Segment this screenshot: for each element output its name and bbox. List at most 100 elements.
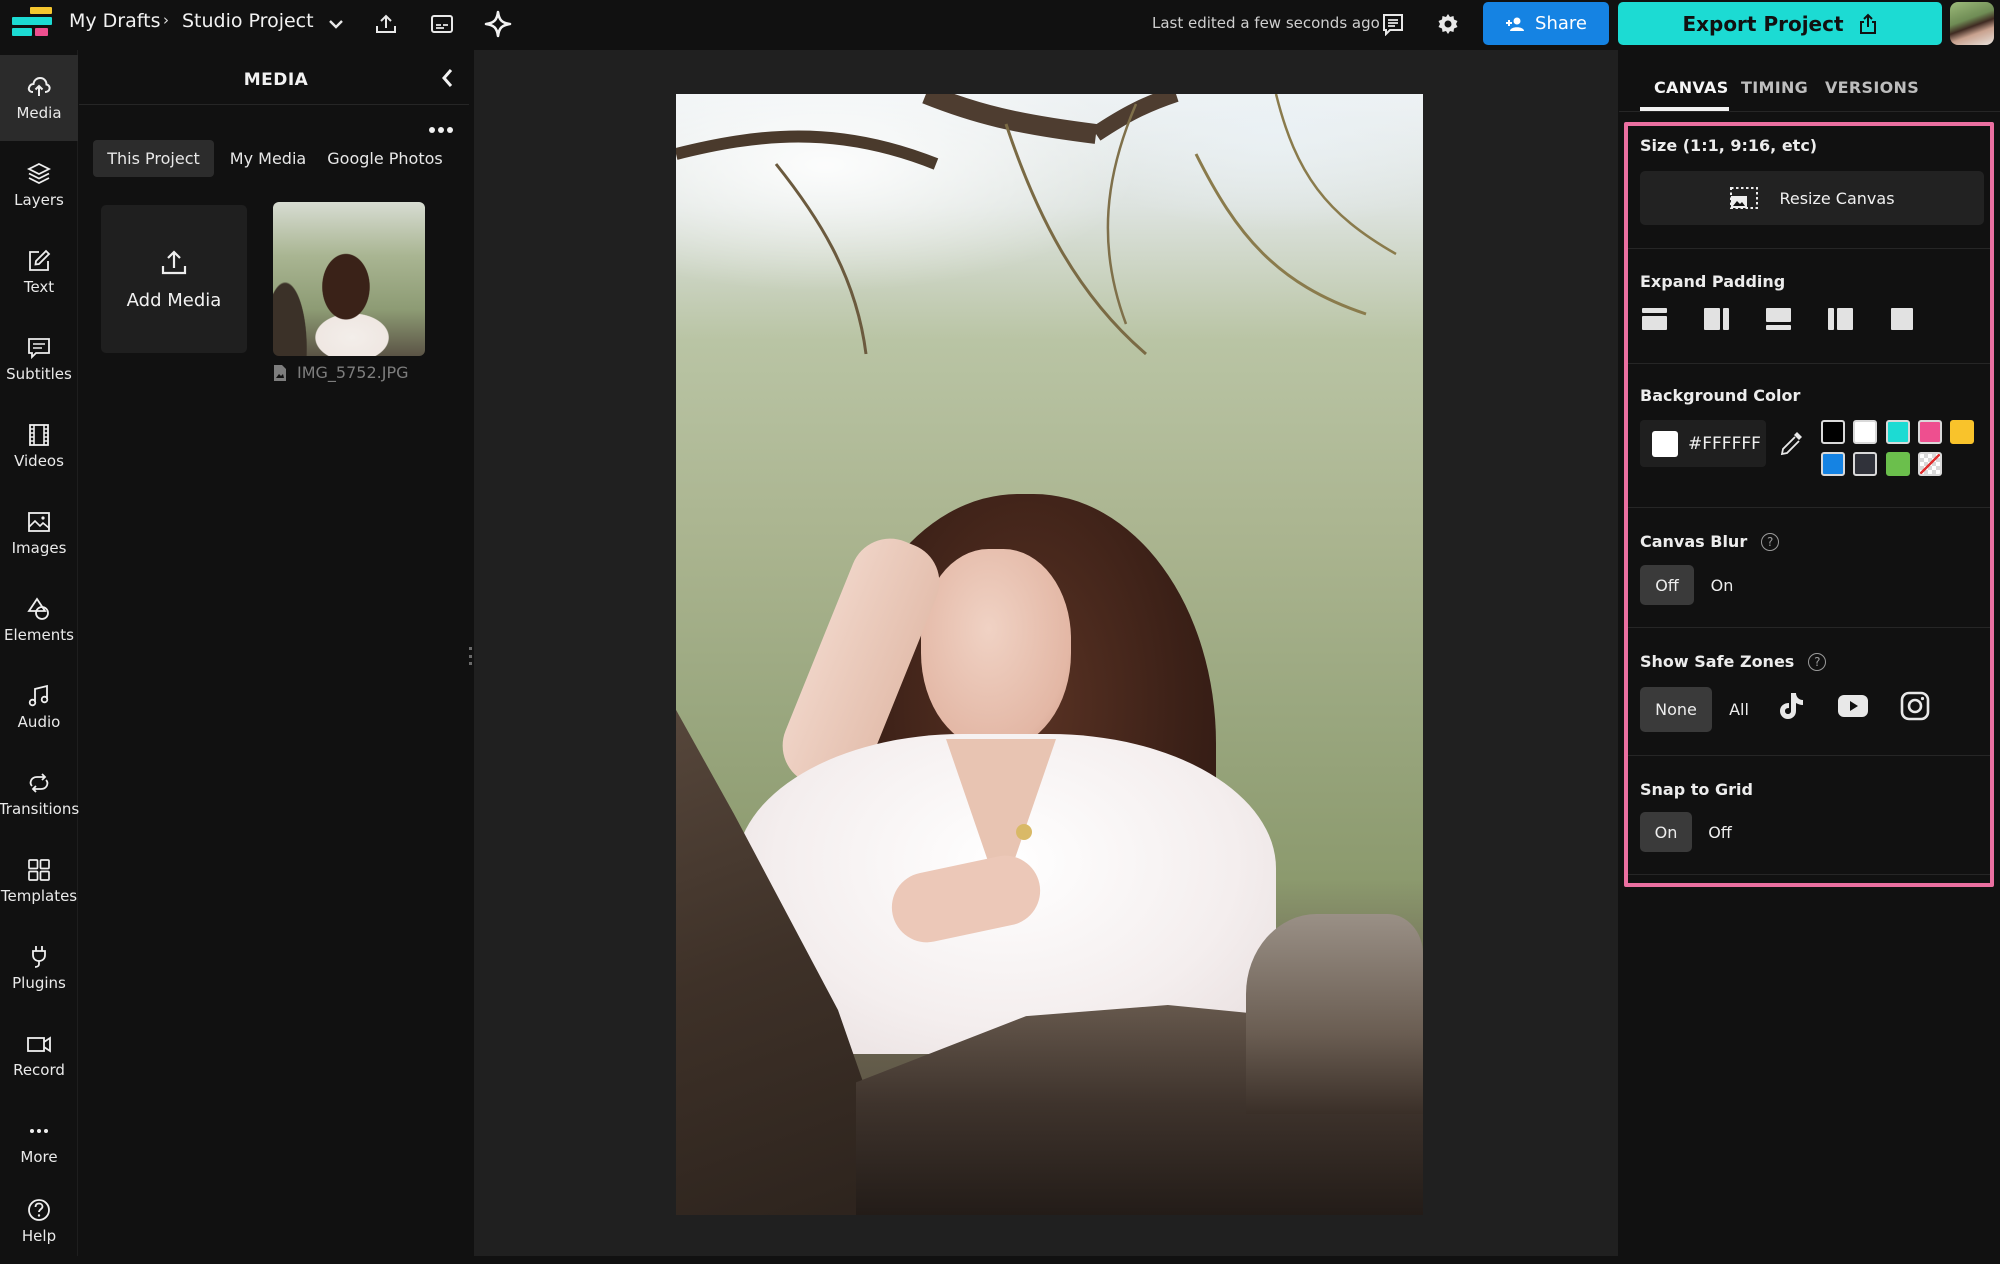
divider	[1628, 755, 1990, 756]
share-button[interactable]: Share	[1483, 2, 1609, 45]
media-panel: MEDIA This Project My Media Google Photo…	[79, 50, 473, 1256]
breadcrumb-separator: ›	[163, 11, 169, 29]
tab-my-media[interactable]: My Media	[218, 140, 318, 177]
shapes-icon	[27, 597, 49, 620]
hex-value: #FFFFFF	[1688, 433, 1761, 454]
panel-resize-handle[interactable]	[467, 647, 473, 665]
gear-icon[interactable]	[1434, 10, 1462, 38]
rail-item-record[interactable]: Record	[0, 1012, 78, 1098]
tab-this-project[interactable]: This Project	[93, 140, 214, 177]
rail-label: Videos	[14, 452, 64, 470]
help-icon	[28, 1199, 50, 1221]
rail-item-audio[interactable]: Audio	[0, 664, 78, 750]
canvas-stage	[474, 50, 1618, 1256]
rail-label: Record	[13, 1061, 65, 1079]
export-project-button[interactable]: Export Project	[1618, 2, 1942, 45]
tiktok-icon[interactable]	[1775, 690, 1807, 722]
tab-timing[interactable]: TIMING	[1741, 78, 1808, 97]
snap-to-grid-text: Snap to Grid	[1640, 780, 1753, 799]
rail-item-transitions[interactable]: Transitions	[0, 751, 80, 837]
divider	[1619, 111, 2000, 112]
rail-item-subtitles[interactable]: Subtitles	[0, 316, 78, 402]
add-person-icon	[1505, 16, 1525, 32]
divider	[1628, 363, 1990, 364]
chevron-left-icon	[442, 69, 453, 87]
safe-zones-all[interactable]: All	[1717, 687, 1761, 732]
media-thumbnail[interactable]	[273, 202, 425, 356]
swatch-pink[interactable]	[1918, 420, 1942, 444]
pad-bottom-icon[interactable]	[1766, 308, 1792, 330]
instagram-icon[interactable]	[1899, 690, 1931, 722]
eyedropper-icon[interactable]	[1779, 429, 1805, 457]
swatch-green[interactable]	[1886, 452, 1910, 476]
export-icon	[1858, 13, 1878, 35]
swatch-black[interactable]	[1821, 420, 1845, 444]
rail-label: More	[20, 1148, 58, 1166]
share-label: Share	[1535, 13, 1587, 34]
chevron-down-icon[interactable]	[322, 10, 350, 38]
rail-item-videos[interactable]: Videos	[0, 403, 78, 489]
pad-right-icon[interactable]	[1704, 308, 1730, 330]
collapse-panel-button[interactable]	[434, 64, 460, 92]
rail-label: Transitions	[0, 800, 80, 818]
canvas-blur-off[interactable]: Off	[1640, 565, 1694, 605]
safe-zones-none[interactable]: None	[1640, 687, 1712, 732]
breadcrumb-my-drafts[interactable]: My Drafts	[69, 10, 160, 32]
size-section-title: Size (1:1, 9:16, etc)	[1640, 136, 1817, 155]
pad-top-icon[interactable]	[1642, 308, 1668, 330]
upload-icon[interactable]	[372, 10, 400, 38]
file-name: IMG_5752.JPG	[297, 363, 409, 382]
app-logo[interactable]	[10, 7, 56, 39]
swatch-yellow[interactable]	[1950, 420, 1974, 444]
project-name[interactable]: Studio Project	[182, 10, 314, 32]
pad-all-icon[interactable]	[1891, 308, 1917, 330]
edit-text-icon	[29, 249, 51, 271]
subtitles-icon[interactable]	[428, 10, 456, 38]
help-icon[interactable]: ?	[1808, 652, 1827, 671]
rail-item-templates[interactable]: Templates	[0, 838, 78, 924]
rail-item-more[interactable]: More	[0, 1099, 78, 1185]
more-options-button[interactable]	[427, 120, 455, 140]
rail-item-text[interactable]: Text	[0, 229, 78, 315]
rail-item-layers[interactable]: Layers	[0, 142, 78, 228]
canvas-image[interactable]	[676, 94, 1423, 1215]
sparkle-icon[interactable]	[484, 10, 512, 38]
left-rail: Media Layers Text Subtitles Videos Image…	[0, 50, 80, 1256]
rail-label: Media	[16, 104, 62, 122]
resize-canvas-button[interactable]: Resize Canvas	[1640, 171, 1984, 225]
tab-google-photos[interactable]: Google Photos	[323, 140, 447, 177]
snap-to-grid-off[interactable]: Off	[1697, 812, 1743, 852]
resize-canvas-label: Resize Canvas	[1779, 188, 1895, 208]
add-media-button[interactable]: Add Media	[101, 205, 247, 353]
divider	[1628, 248, 1990, 249]
rail-item-media[interactable]: Media	[0, 55, 78, 141]
snap-to-grid-on[interactable]: On	[1640, 812, 1692, 852]
help-icon[interactable]: ?	[1761, 532, 1780, 551]
film-icon	[29, 424, 49, 446]
canvas-blur-on[interactable]: On	[1699, 565, 1745, 605]
tab-versions[interactable]: VERSIONS	[1825, 78, 1919, 97]
comment-icon[interactable]	[1379, 10, 1407, 38]
image-icon	[28, 512, 50, 532]
swatch-white[interactable]	[1853, 420, 1877, 444]
plug-icon	[32, 946, 46, 968]
youtube-icon[interactable]	[1837, 690, 1869, 722]
rail-label: Layers	[14, 191, 64, 209]
swatch-teal[interactable]	[1886, 420, 1910, 444]
swatch-blue[interactable]	[1821, 452, 1845, 476]
expand-padding-text: Expand Padding	[1640, 272, 1786, 291]
rail-item-elements[interactable]: Elements	[0, 577, 78, 663]
tab-canvas[interactable]: CANVAS	[1654, 78, 1729, 97]
upload-icon	[161, 249, 187, 274]
swatch-transparent[interactable]	[1918, 452, 1942, 476]
rail-item-images[interactable]: Images	[0, 490, 78, 576]
user-avatar[interactable]	[1950, 2, 1994, 45]
safe-zones-title: Show Safe Zones ?	[1640, 652, 1827, 671]
swatch-charcoal[interactable]	[1853, 452, 1877, 476]
rail-item-help[interactable]: Help	[0, 1178, 78, 1264]
pad-left-icon[interactable]	[1828, 308, 1854, 330]
rail-item-plugins[interactable]: Plugins	[0, 925, 78, 1011]
rail-label: Text	[23, 278, 55, 296]
canvas-blur-title: Canvas Blur ?	[1640, 532, 1780, 551]
background-color-input[interactable]: #FFFFFF	[1640, 420, 1766, 467]
